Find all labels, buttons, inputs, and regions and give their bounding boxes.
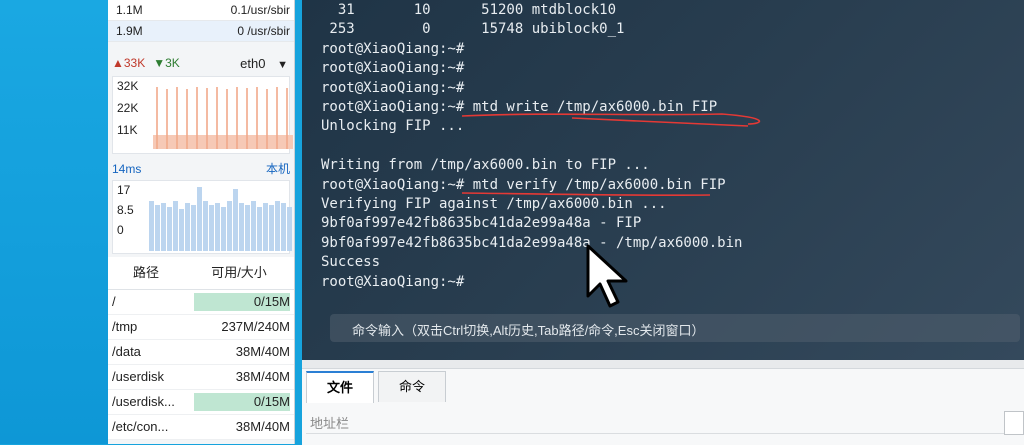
disk-row[interactable]: / 0/15M xyxy=(108,290,294,315)
disk-size-text: 38M/40M xyxy=(235,344,290,359)
process-row[interactable]: 1.1M 0.1/usr/sbir xyxy=(108,0,294,21)
file-panel-tabs: 文件 命令 xyxy=(306,371,450,403)
process-path: 0.1/usr/sbir xyxy=(230,3,290,17)
y-label: 0 xyxy=(117,223,124,237)
y-label: 32K xyxy=(117,79,139,93)
y-label: 11K xyxy=(117,123,138,137)
disk-size: 237M/240M xyxy=(188,315,294,339)
column-size[interactable]: 可用/大小 xyxy=(184,257,294,289)
disk-table-header: 路径 可用/大小 xyxy=(108,257,294,290)
disk-usage-table: 路径 可用/大小 / 0/15M/tmp 237M/240M/data 38M/40M… xyxy=(108,257,294,440)
address-bar-label: 地址栏 xyxy=(310,416,350,431)
disk-path: /tmp xyxy=(112,319,138,334)
interface-name: eth0 xyxy=(240,55,266,71)
download-speed: ▼3K xyxy=(153,56,180,70)
disk-row[interactable]: /userdisk 38M/40M xyxy=(108,365,294,390)
ping-latency-bars xyxy=(149,187,292,251)
command-input-hint: 命令输入（双击Ctrl切换,Alt历史,Tab路径/命令,Esc关闭窗口） xyxy=(352,323,705,338)
y-label: 8.5 xyxy=(117,203,134,217)
disk-size: 0/15M xyxy=(188,290,294,314)
process-row[interactable]: 1.9M 0 /usr/sbir xyxy=(108,21,294,42)
process-list: 1.1M 0.1/usr/sbir 1.9M 0 /usr/sbir xyxy=(108,0,294,42)
process-path: 0 /usr/sbir xyxy=(237,24,290,38)
tab-files[interactable]: 文件 xyxy=(306,371,375,403)
disk-size: 38M/40M xyxy=(188,415,294,439)
column-path[interactable]: 路径 xyxy=(108,257,184,289)
disk-row[interactable]: /etc/con... 38M/40M xyxy=(108,415,294,440)
disk-size: 38M/40M xyxy=(188,365,294,389)
panel-splitter[interactable] xyxy=(302,360,1024,368)
disk-size: 38M/40M xyxy=(188,340,294,364)
disk-path: /userdisk xyxy=(112,369,165,384)
tab-commands[interactable]: 命令 xyxy=(378,371,447,402)
disk-row[interactable]: /userdisk... 0/15M xyxy=(108,390,294,415)
desktop-background xyxy=(0,0,108,444)
network-graph: 32K 22K 11K xyxy=(112,76,293,154)
network-traffic-bars xyxy=(153,87,293,149)
disk-path: /data xyxy=(112,344,141,359)
disk-size: 0/15M xyxy=(188,390,294,414)
disk-path: /etc/con... xyxy=(112,419,169,434)
address-go-button[interactable] xyxy=(1004,411,1024,435)
disk-row[interactable]: /data 38M/40M xyxy=(108,340,294,365)
interface-select[interactable]: eth0 ▼ xyxy=(240,56,288,71)
upload-speed: ▲33K xyxy=(112,56,146,70)
disk-size-text: 0/15M xyxy=(253,394,290,409)
mouse-pointer-icon xyxy=(586,244,628,308)
y-label: 22K xyxy=(117,101,139,115)
ping-latency: 14ms xyxy=(112,162,142,176)
command-input-bar[interactable]: 命令输入（双击Ctrl切换,Alt历史,Tab路径/命令,Esc关闭窗口） xyxy=(330,314,1020,342)
system-monitor-panel: 1.1M 0.1/usr/sbir 1.9M 0 /usr/sbir ▲33K … xyxy=(108,0,295,444)
red-underline-annotations xyxy=(461,113,761,197)
address-bar-divider xyxy=(306,433,1018,434)
disk-path: /userdisk... xyxy=(112,394,175,409)
process-mem: 1.1M xyxy=(116,3,143,17)
process-mem: 1.9M xyxy=(116,24,143,38)
file-panel: 文件 命令 地址栏 xyxy=(302,368,1024,445)
y-label: 17 xyxy=(117,183,131,197)
ping-header: 14ms 本机 xyxy=(108,160,294,178)
ping-graph: 17 8.5 0 xyxy=(112,180,292,254)
terminal-window[interactable]: 31 10 51200 mtdblock10 253 0 15748 ubibl… xyxy=(302,0,1024,360)
disk-row[interactable]: /tmp 237M/240M xyxy=(108,315,294,340)
disk-size-text: 0/15M xyxy=(253,294,290,309)
disk-size-text: 38M/40M xyxy=(235,419,290,434)
network-header: ▲33K ▼3K eth0 ▼ xyxy=(108,52,294,74)
disk-size-text: 38M/40M xyxy=(235,369,290,384)
disk-path: / xyxy=(112,294,116,309)
chevron-down-icon: ▼ xyxy=(277,58,288,71)
ping-host[interactable]: 本机 xyxy=(266,160,290,178)
disk-size-text: 237M/240M xyxy=(221,319,290,334)
